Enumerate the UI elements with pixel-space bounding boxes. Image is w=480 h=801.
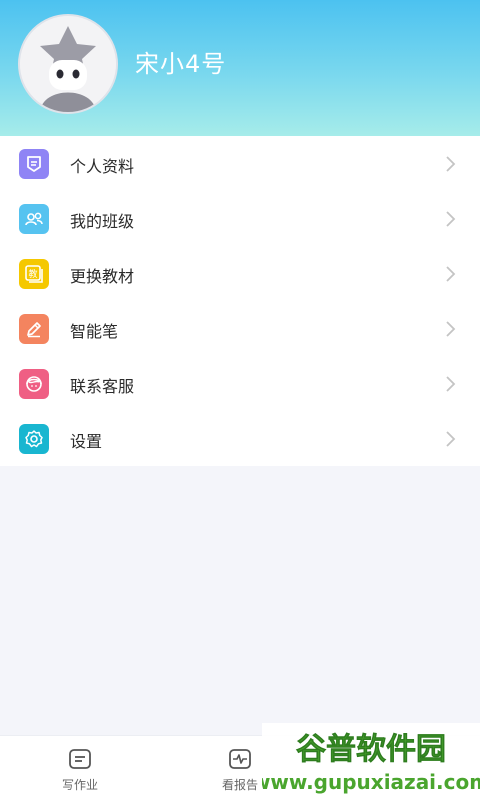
menu-item-change-textbook[interactable]: 教 更换教材 xyxy=(0,246,480,301)
tab-homework[interactable]: 写作业 xyxy=(20,736,140,801)
profile-header: 宋小4号 xyxy=(0,0,480,136)
mascot-avatar-icon xyxy=(20,16,116,112)
chevron-right-icon xyxy=(446,431,456,447)
settings-menu: 个人资料 我的班级 教 更换教材 智能笔 联系客服 设置 xyxy=(0,136,480,466)
gear-icon xyxy=(19,424,49,454)
chevron-right-icon xyxy=(446,376,456,392)
textbook-icon: 教 xyxy=(19,259,49,289)
chevron-right-icon xyxy=(446,266,456,282)
menu-item-label: 联系客服 xyxy=(70,377,135,396)
class-people-icon xyxy=(19,204,49,234)
pen-icon xyxy=(19,314,49,344)
profile-card-icon xyxy=(19,149,49,179)
chevron-right-icon xyxy=(446,321,456,337)
menu-item-settings[interactable]: 设置 xyxy=(0,411,480,466)
tab-label: 写作业 xyxy=(61,778,98,792)
menu-item-profile[interactable]: 个人资料 xyxy=(0,136,480,191)
chevron-right-icon xyxy=(446,211,456,227)
watermark-url: www.gupuxiazai.com xyxy=(262,770,480,794)
homework-icon xyxy=(69,749,91,769)
menu-item-label: 设置 xyxy=(70,432,103,451)
svg-text:教: 教 xyxy=(28,268,37,280)
menu-item-label: 我的班级 xyxy=(70,212,135,231)
menu-item-label: 个人资料 xyxy=(70,157,135,176)
watermark-logo: 谷普软件园 www.gupuxiazai.com xyxy=(262,723,480,800)
menu-item-customer-service[interactable]: 联系客服 xyxy=(0,356,480,411)
username: 宋小4号 xyxy=(135,50,227,78)
report-icon xyxy=(229,749,251,769)
menu-item-my-class[interactable]: 我的班级 xyxy=(0,191,480,246)
menu-item-label: 更换教材 xyxy=(70,267,135,286)
customer-service-icon xyxy=(19,369,49,399)
menu-item-smart-pen[interactable]: 智能笔 xyxy=(0,301,480,356)
avatar[interactable] xyxy=(18,14,118,114)
watermark-title: 谷普软件园 xyxy=(296,732,446,767)
chevron-right-icon xyxy=(446,156,456,172)
menu-item-label: 智能笔 xyxy=(70,322,119,341)
